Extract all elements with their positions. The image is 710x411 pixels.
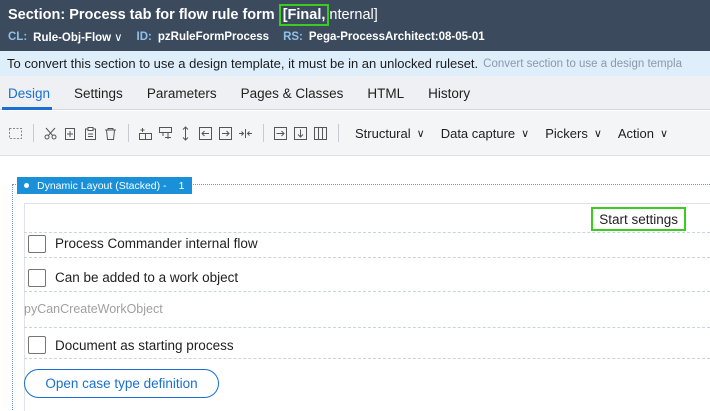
tab-html[interactable]: HTML	[355, 76, 416, 110]
ruleset-label: RS:	[283, 31, 303, 43]
property-row: pyCanCreateWorkObject	[24, 296, 710, 328]
starting-process-row: Document as starting process	[24, 332, 710, 359]
dynamic-layout-tag[interactable]: Dynamic Layout (Stacked) - 1	[17, 177, 193, 194]
class-value[interactable]: Rule-Obj-Flow ∨	[33, 30, 122, 44]
add-work-object-checkbox[interactable]	[28, 268, 46, 287]
layout-dot-icon	[24, 183, 29, 188]
cut-icon[interactable]	[43, 126, 58, 141]
chevron-down-icon: ∨	[521, 127, 530, 140]
tab-parameters[interactable]: Parameters	[135, 76, 229, 110]
starting-process-label: Document as starting process	[55, 337, 234, 353]
indent-right-icon[interactable]	[273, 126, 288, 141]
insert-row-icon[interactable]	[158, 126, 173, 141]
data-capture-menu[interactable]: Data capture ∨	[441, 126, 530, 141]
move-left-icon[interactable]	[198, 126, 213, 141]
action-menu-label: Action	[617, 125, 655, 141]
final-status-rest: nternal]	[329, 7, 378, 23]
paste-icon[interactable]	[83, 126, 98, 141]
open-case-type-button[interactable]: Open case type definition	[24, 369, 219, 398]
toolbar-divider	[338, 124, 339, 142]
rule-header: Section: Process tab for flow rule form …	[0, 0, 710, 51]
add-work-object-label: Can be added to a work object	[55, 270, 239, 285]
internal-flow-label: Process Commander internal flow	[55, 236, 258, 251]
rule-title-text: Section: Process tab for flow rule form	[8, 7, 275, 23]
move-right-icon[interactable]	[218, 126, 233, 141]
pickers-menu-label: Pickers	[545, 125, 588, 141]
tab-pages-classes[interactable]: Pages & Classes	[229, 76, 356, 110]
merge-icon[interactable]	[238, 126, 253, 141]
banner-message: To convert this section to use a design …	[7, 56, 479, 71]
add-work-object-row: Can be added to a work object	[24, 264, 710, 292]
action-menu[interactable]: Action ∨	[618, 126, 668, 141]
chevron-down-icon: ∨	[660, 127, 669, 140]
toolbar-divider	[33, 124, 34, 142]
dynamic-layout-label: Dynamic Layout (Stacked) -	[37, 179, 167, 192]
id-value: pzRuleFormProcess	[157, 31, 270, 43]
convert-section-link[interactable]: Convert section to use a design templa	[483, 58, 682, 70]
chevron-down-icon: ∨	[416, 127, 425, 140]
tab-history[interactable]: History	[416, 76, 482, 110]
structural-menu-label: Structural	[355, 125, 411, 141]
add-row-icon[interactable]	[138, 126, 153, 141]
id-label: ID:	[136, 31, 152, 43]
start-settings-header[interactable]: Start settings	[591, 207, 686, 231]
class-value-text: Rule-Obj-Flow	[33, 32, 112, 44]
starting-process-checkbox[interactable]	[28, 336, 46, 354]
tab-settings[interactable]: Settings	[62, 76, 135, 110]
chevron-down-icon: ∨	[114, 32, 123, 44]
dynamic-layout-number: 1	[178, 179, 185, 192]
rule-meta: CL: Rule-Obj-Flow ∨ ID: pzRuleFormProcess…	[8, 30, 499, 44]
tab-design[interactable]: Design	[0, 76, 62, 110]
indent-down-icon[interactable]	[293, 126, 308, 141]
columns-icon[interactable]	[313, 126, 328, 141]
property-name-text: pyCanCreateWorkObject	[24, 302, 163, 316]
copy-icon[interactable]	[63, 126, 78, 141]
toolbar-divider	[128, 124, 129, 142]
toolbar-divider	[263, 124, 264, 142]
data-capture-menu-label: Data capture	[440, 125, 516, 141]
rule-title: Section: Process tab for flow rule form …	[8, 4, 378, 26]
move-icon[interactable]	[178, 125, 193, 141]
final-status-flag: [Final,	[278, 4, 330, 26]
chevron-down-icon: ∨	[593, 127, 602, 140]
internal-flow-row: Process Commander internal flow	[24, 230, 710, 258]
designer-toolbar: Structural ∨ Data capture ∨ Pickers ∨ Actio…	[0, 111, 710, 156]
internal-flow-checkbox[interactable]	[28, 234, 46, 253]
ruleset-value[interactable]: Pega-ProcessArchitect:08-05-01	[309, 31, 485, 43]
structural-menu[interactable]: Structural ∨	[355, 126, 425, 141]
info-banner: To convert this section to use a design …	[0, 51, 710, 76]
pickers-menu[interactable]: Pickers ∨	[545, 126, 602, 141]
rule-form-tabs: Design Settings Parameters Pages & Class…	[0, 76, 710, 110]
delete-icon[interactable]	[103, 126, 118, 141]
select-icon[interactable]	[8, 126, 23, 141]
class-label: CL:	[8, 31, 28, 43]
